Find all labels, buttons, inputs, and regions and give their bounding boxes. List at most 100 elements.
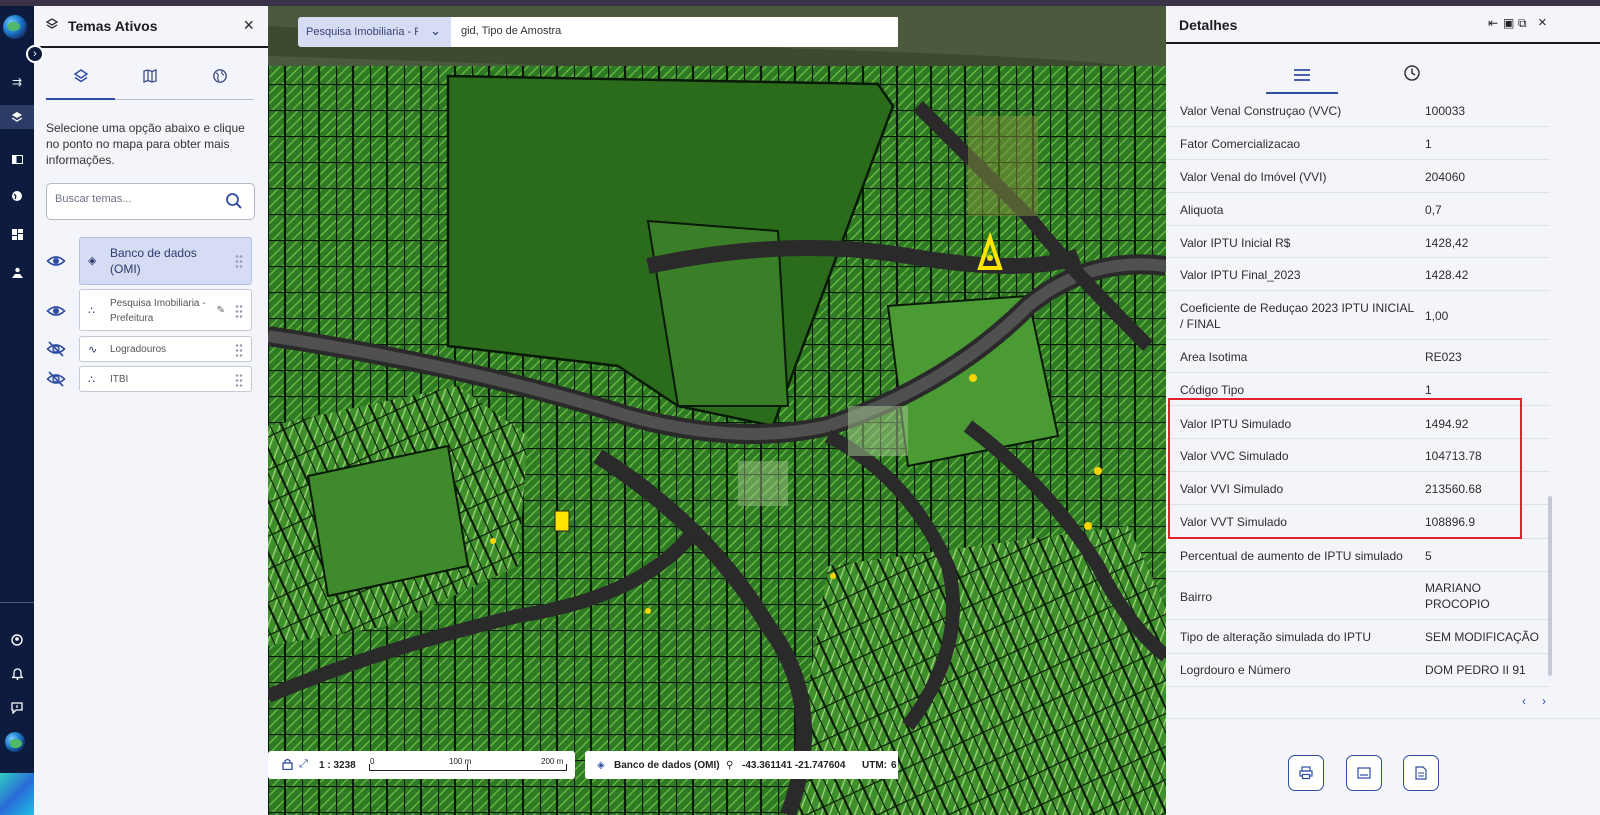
details-actions bbox=[1166, 718, 1600, 815]
attribute-row: Logrdouro e Número DOM PEDRO II 91 bbox=[1166, 654, 1550, 687]
rail-accent bbox=[0, 773, 34, 815]
theme-search-input[interactable] bbox=[55, 193, 215, 205]
panel-nav-icon[interactable] bbox=[0, 147, 34, 171]
search-icon[interactable] bbox=[225, 192, 243, 215]
close-icon[interactable]: × bbox=[243, 15, 254, 36]
menu-collapse-icon[interactable]: ⇉ bbox=[0, 70, 34, 94]
close-icon[interactable]: × bbox=[1538, 14, 1547, 31]
expand-icon[interactable]: ⤢ bbox=[299, 758, 308, 771]
minimize-icon[interactable]: ▣ bbox=[1503, 16, 1514, 30]
eye-off-icon[interactable] bbox=[46, 339, 66, 359]
layer-card-pesquisa-imobiliaria[interactable]: ∴ Pesquisa Imobiliaria - Prefeitura ✎ bbox=[79, 289, 252, 331]
attribute-key: Fator Comercializacao bbox=[1180, 137, 1301, 151]
feedback-icon[interactable] bbox=[0, 696, 34, 720]
dashboard-nav-icon[interactable] bbox=[0, 222, 34, 246]
tab-globe[interactable] bbox=[185, 68, 254, 100]
eye-icon[interactable] bbox=[46, 251, 66, 271]
attribute-value: RE023 bbox=[1425, 350, 1462, 364]
layer-line-icon: ∿ bbox=[88, 344, 98, 356]
attribute-row: Tipo de alteração simulada do IPTU SEM MO… bbox=[1166, 620, 1550, 654]
chevron-right-icon[interactable]: › bbox=[1542, 694, 1546, 708]
globe-icon bbox=[212, 69, 227, 83]
panel-instructions: Selecione uma opção abaixo e clique no p… bbox=[46, 121, 245, 167]
attribute-row: Percentual de aumento de IPTU simulado 5 bbox=[1166, 539, 1550, 572]
attribute-value: 0,7 bbox=[1425, 203, 1442, 217]
map-canvas[interactable] bbox=[268, 6, 1166, 815]
chevron-down-icon[interactable]: ⌄ bbox=[430, 23, 441, 39]
details-panel: Detalhes ⇤ ▣ ⧉ × Valor Venal Construçao … bbox=[1166, 6, 1600, 815]
tab-history[interactable] bbox=[1376, 58, 1448, 94]
attribute-key: Logrdouro e Número bbox=[1180, 663, 1291, 677]
attribute-row: Bairro MARIANO PROCOPIO bbox=[1166, 572, 1550, 620]
attribute-key: Aliquota bbox=[1180, 203, 1224, 217]
scale-tick-label: 100 m bbox=[449, 757, 472, 766]
layer-name: Banco de dados (OMI) bbox=[110, 246, 197, 276]
satellite-map[interactable] bbox=[268, 6, 1166, 815]
panel-expand-toggle[interactable]: › bbox=[26, 45, 44, 63]
clock-icon bbox=[1404, 65, 1420, 81]
drag-handle-icon[interactable] bbox=[235, 373, 243, 387]
layers-nav-icon[interactable] bbox=[0, 105, 34, 129]
attribute-value: DOM PEDRO II 91 bbox=[1425, 663, 1526, 677]
globe-nav-icon[interactable] bbox=[0, 184, 34, 208]
report-button[interactable] bbox=[1403, 755, 1439, 791]
drag-handle-icon[interactable] bbox=[235, 343, 243, 357]
utm-label: UTM: bbox=[862, 760, 887, 771]
drag-handle-icon[interactable] bbox=[235, 254, 243, 268]
attribute-key: Valor Venal Construçao (VVC) bbox=[1180, 104, 1342, 118]
attribute-value: 1428.42 bbox=[1425, 268, 1469, 282]
layer-point-icon: ◈ bbox=[88, 255, 97, 267]
scale-ruler: 0 100 m 200 m bbox=[369, 757, 567, 771]
navigation-rail: ⇉ bbox=[0, 6, 34, 815]
scale-bar: ⤢ 1 : 3238 0 100 m 200 m bbox=[268, 751, 575, 779]
map-search-input[interactable] bbox=[461, 25, 881, 37]
attribute-key: Valor IPTU Inicial R$ bbox=[1180, 236, 1291, 250]
panel-header: Temas Ativos × bbox=[34, 6, 268, 48]
document-icon bbox=[1415, 766, 1427, 780]
scale-ratio: 1 : 3238 bbox=[319, 760, 356, 771]
attribute-value: MARIANO PROCOPIO bbox=[1425, 581, 1490, 611]
active-themes-panel: Temas Ativos × Selecione uma opção abaix… bbox=[34, 6, 268, 815]
drag-handle-icon[interactable] bbox=[235, 304, 243, 318]
attribute-key: Area Isotima bbox=[1180, 350, 1248, 364]
tab-attributes[interactable] bbox=[1266, 58, 1338, 94]
popout-icon[interactable]: ⧉ bbox=[1518, 16, 1527, 31]
chevron-left-icon[interactable]: ‹ bbox=[1522, 694, 1526, 708]
attribute-value: 5 bbox=[1425, 549, 1432, 563]
details-tabs bbox=[1266, 58, 1466, 94]
export-button[interactable] bbox=[1346, 755, 1382, 791]
tab-layers[interactable] bbox=[46, 68, 115, 100]
attribute-value: SEM MODIFICAÇÃO bbox=[1425, 630, 1540, 644]
bell-icon[interactable] bbox=[0, 662, 34, 686]
app-logo-icon bbox=[3, 15, 27, 39]
print-icon bbox=[1299, 766, 1313, 780]
print-button[interactable] bbox=[1288, 755, 1324, 791]
layers-icon bbox=[73, 69, 88, 83]
attribute-row: Valor Venal Construçao (VVC) 100033 bbox=[1166, 94, 1550, 127]
eye-icon[interactable] bbox=[46, 301, 66, 321]
rail-divider bbox=[0, 602, 34, 603]
measure-nav-icon[interactable] bbox=[0, 261, 34, 285]
layer-card-banco-de-dados[interactable]: ◈ Banco de dados (OMI) bbox=[79, 237, 252, 285]
layer-card-itbi[interactable]: ∴ ITBI bbox=[79, 366, 252, 392]
tab-map[interactable] bbox=[115, 68, 184, 100]
attribute-value: 204060 bbox=[1425, 170, 1466, 184]
layers-icon bbox=[45, 18, 59, 33]
utm-value: 6 bbox=[891, 760, 897, 771]
account-nav-icon[interactable] bbox=[0, 628, 34, 652]
layer-card-logradouros[interactable]: ∿ Logradouros bbox=[79, 336, 252, 362]
details-scrollbar[interactable] bbox=[1548, 496, 1552, 676]
attribute-row: Valor IPTU Final_2023 1428.42 bbox=[1166, 258, 1550, 291]
dock-left-icon[interactable]: ⇤ bbox=[1488, 16, 1498, 30]
lock-icon[interactable] bbox=[282, 758, 293, 773]
globe-icon[interactable] bbox=[5, 732, 25, 752]
coordinates: -43.361141 -21.747604 bbox=[742, 760, 846, 771]
scale-tick-label: 0 bbox=[370, 757, 375, 766]
edit-icon[interactable]: ✎ bbox=[217, 305, 225, 316]
details-title: Detalhes bbox=[1179, 17, 1238, 33]
attribute-key: Percentual de aumento de IPTU simulado bbox=[1180, 549, 1403, 563]
eye-off-icon[interactable] bbox=[46, 369, 66, 389]
query-layer-select[interactable]: Pesquisa Imobiliaria - Pr ⌄ bbox=[298, 17, 451, 47]
attribute-value: 1 bbox=[1425, 383, 1432, 397]
attribute-key: Valor IPTU Final_2023 bbox=[1180, 268, 1301, 282]
